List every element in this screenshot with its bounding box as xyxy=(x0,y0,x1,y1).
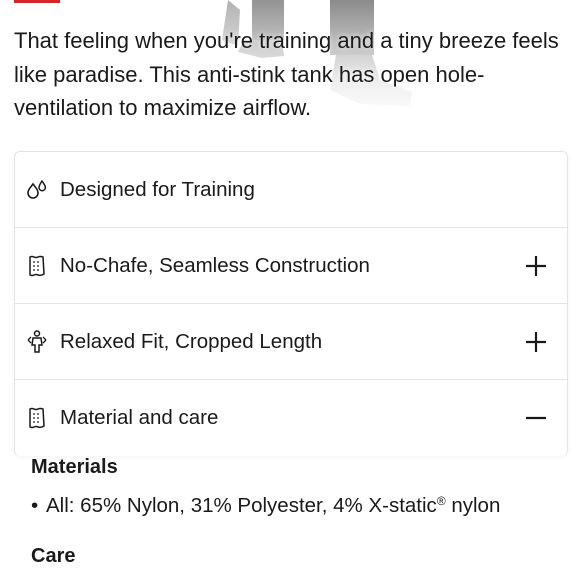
fabric-swatch-icon xyxy=(26,255,48,277)
care-heading: Care xyxy=(31,545,76,567)
brand-accent-bar xyxy=(14,0,60,3)
product-details-accordion: Designed for Training No-Chafe, Seamless… xyxy=(14,151,568,456)
materials-heading: Materials xyxy=(31,456,118,478)
fabric-swatch-icon xyxy=(26,407,48,429)
bullet-icon: • xyxy=(31,494,39,517)
accordion-item-title: Material and care xyxy=(60,406,219,429)
accordion-item-no-chafe[interactable]: No-Chafe, Seamless Construction xyxy=(15,228,567,304)
material-composition: All: 65% Nylon, 31% Polyester, 4% X-stat… xyxy=(46,494,501,517)
accordion-item-title: No-Chafe, Seamless Construction xyxy=(60,253,370,277)
registered-mark: ® xyxy=(436,494,446,508)
list-item: • All: 65% Nylon, 31% Polyester, 4% X-st… xyxy=(31,494,500,518)
accordion-item-material-and-care[interactable]: Material and care xyxy=(15,380,567,456)
person-fit-icon xyxy=(26,329,48,353)
droplets-icon xyxy=(26,179,48,201)
expand-plus-icon[interactable] xyxy=(519,325,553,359)
accordion-item-title: Relaxed Fit, Cropped Length xyxy=(60,329,323,353)
collapse-minus-icon[interactable] xyxy=(519,401,553,435)
expand-plus-icon[interactable] xyxy=(519,249,553,283)
product-description: That feeling when you're training and a … xyxy=(14,28,559,120)
accordion-item-title: Designed for Training xyxy=(60,177,255,201)
accordion-item-relaxed-fit[interactable]: Relaxed Fit, Cropped Length xyxy=(15,304,567,380)
accordion-item-designed-for-training[interactable]: Designed for Training xyxy=(15,152,567,228)
